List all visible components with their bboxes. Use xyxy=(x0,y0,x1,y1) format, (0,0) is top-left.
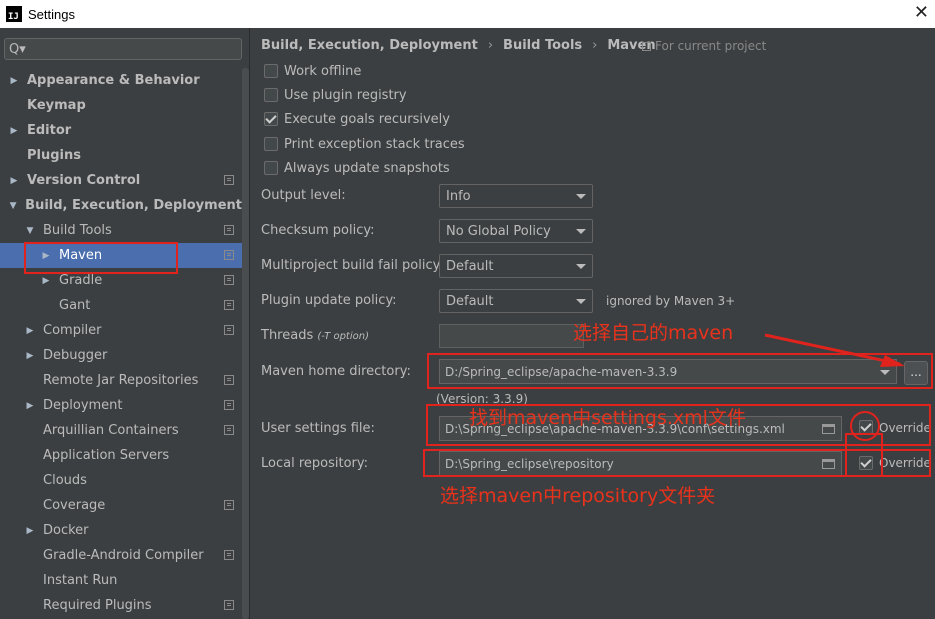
annotation-arrow-line xyxy=(764,333,901,366)
annotation-arrow xyxy=(764,333,905,367)
annotation-note-maven-home: 选择自己的maven xyxy=(573,322,734,344)
annotation-arrow-head xyxy=(880,355,905,367)
annotation-note-settings-xml: 找到maven中settings.xml文件 xyxy=(469,407,746,429)
annotation-note-repository: 选择maven中repository文件夹 xyxy=(440,485,716,507)
